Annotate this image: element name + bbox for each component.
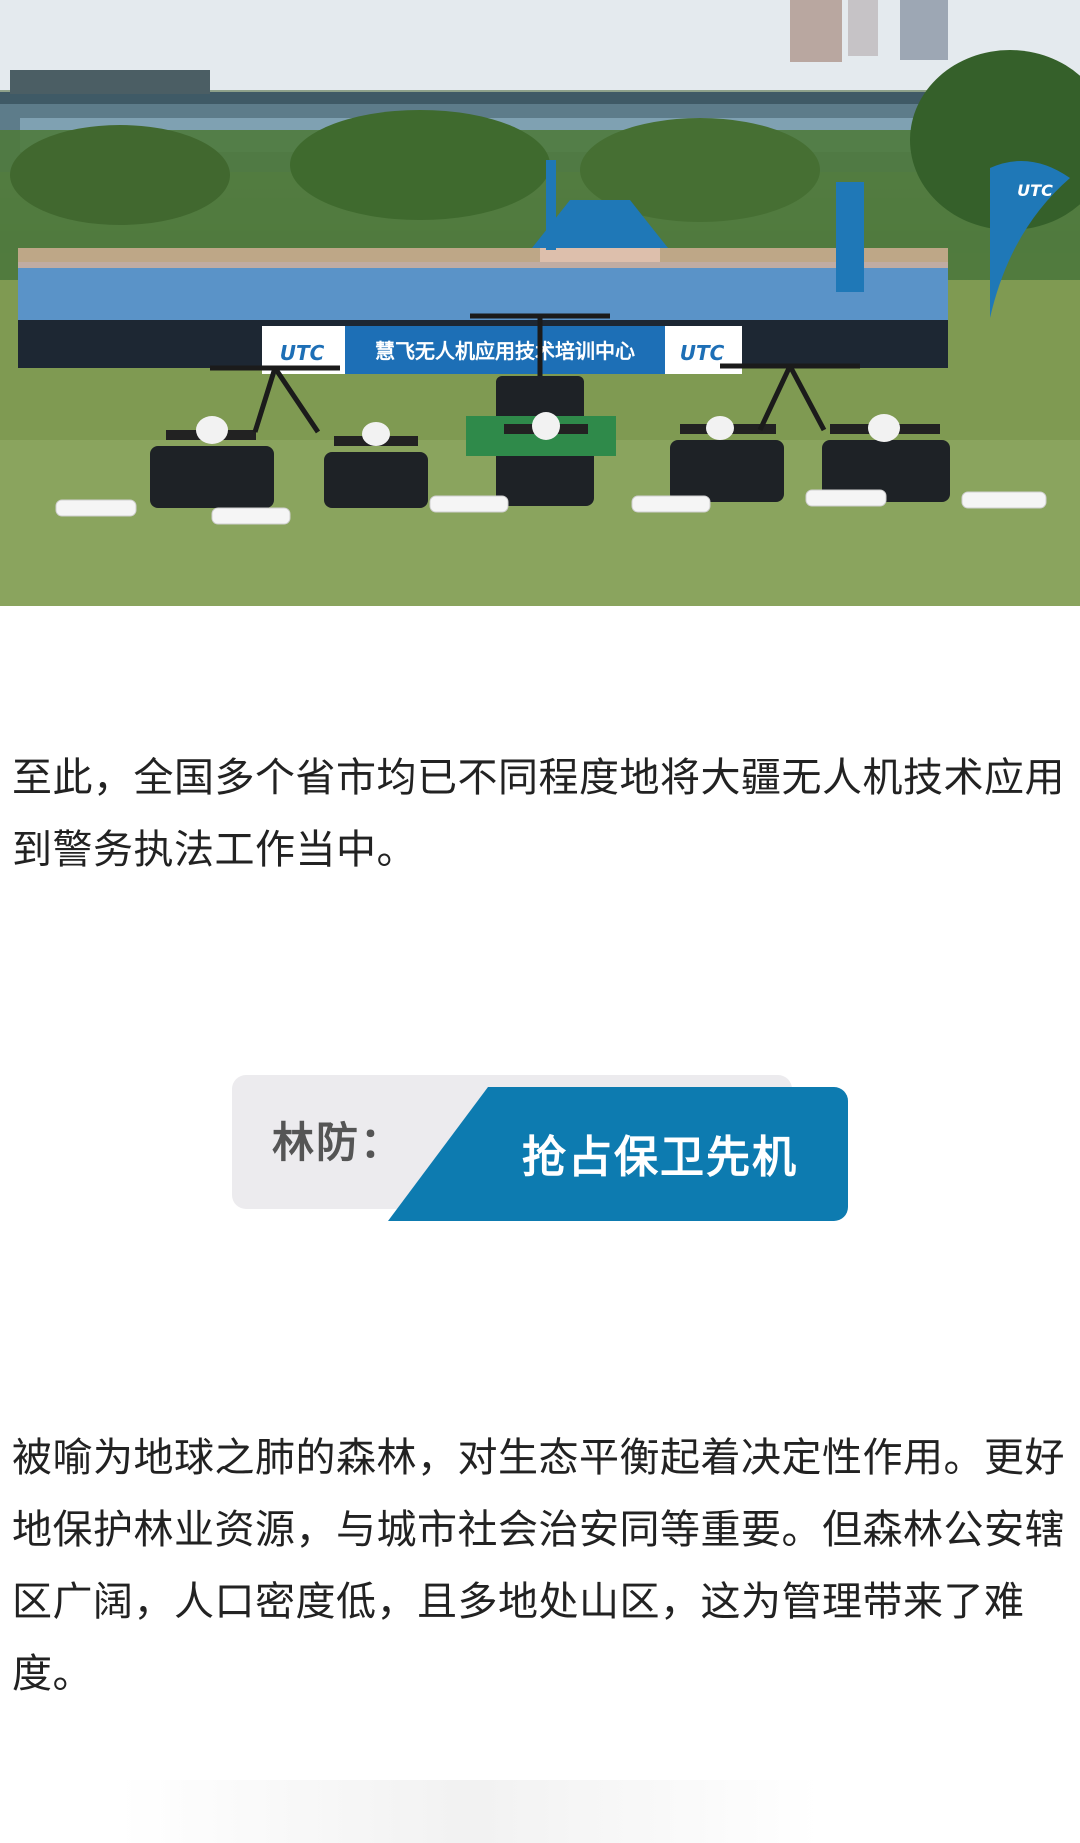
section-heading: 林防： 抢占保卫先机	[232, 1075, 848, 1221]
tower-building	[900, 0, 948, 60]
tower-building	[848, 0, 878, 56]
drone-case	[324, 452, 428, 508]
section-heading-title: 抢占保卫先机	[522, 1132, 798, 1183]
drone-body	[868, 414, 900, 442]
bottom-fade	[120, 1780, 820, 1843]
drone-case	[670, 440, 784, 502]
phantom-drone	[55, 499, 137, 517]
article-photo: 慧飞无人机应用技术培训中心 UTC UTC UTC	[0, 0, 1080, 606]
section-heading-label: 林防：	[272, 1118, 405, 1167]
paragraph-intro: 至此，全国多个省市均已不同程度地将大疆无人机技术应用到警务执法工作当中。	[12, 755, 1065, 873]
paragraph-forest: 被喻为地球之肺的森林，对生态平衡起着决定性作用。更好地保护林业资源，与城市社会治…	[12, 1435, 1065, 1697]
drone-body	[196, 416, 228, 444]
banner-logo: UTC	[280, 341, 325, 365]
phantom-drone	[631, 495, 711, 513]
rooftop-structure	[10, 70, 210, 94]
tree-canopy	[290, 110, 550, 220]
vertical-flag	[546, 160, 556, 250]
drone-body	[362, 422, 390, 446]
group-photo-drawing: 慧飞无人机应用技术培训中心 UTC UTC UTC	[0, 0, 1080, 606]
tree-canopy	[10, 125, 230, 225]
banner-logo-right: UTC	[680, 341, 725, 365]
banner-text: 慧飞无人机应用技术培训中心	[375, 339, 635, 363]
vertical-flag	[836, 182, 864, 292]
drone-body	[532, 412, 560, 440]
phantom-drone	[211, 507, 291, 525]
flag-logo: UTC	[1017, 181, 1053, 200]
faces	[18, 248, 948, 268]
drone-body	[706, 416, 734, 440]
drone-case	[150, 446, 274, 508]
phantom-drone	[961, 491, 1047, 509]
phantom-drone	[805, 489, 887, 507]
tower-building	[790, 0, 842, 62]
phantom-drone	[429, 495, 509, 513]
